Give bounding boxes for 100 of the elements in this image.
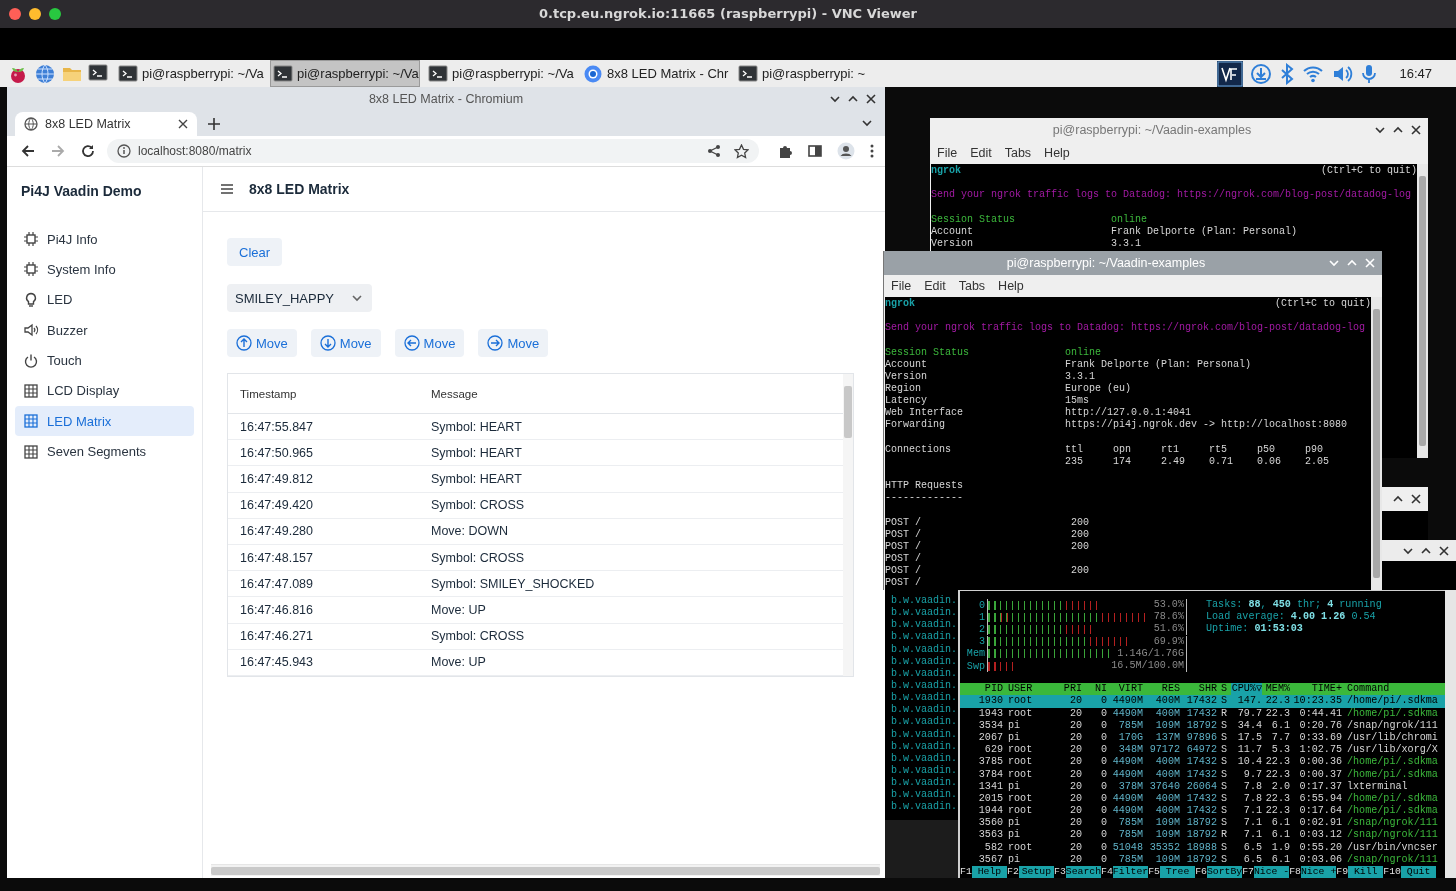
column-header[interactable]: NI: [1082, 683, 1107, 696]
microphone-icon[interactable]: [1360, 62, 1379, 85]
process-row[interactable]: 582 root 20 0 51048 35352 18988 S 6.5 1.9 0:55.20 /usr/bin/vncser: [960, 841, 1445, 854]
minimize-icon[interactable]: [1374, 124, 1386, 136]
bluetooth-icon[interactable]: [1279, 62, 1296, 85]
column-header[interactable]: SHR: [1180, 683, 1217, 696]
close-icon[interactable]: [1410, 124, 1422, 136]
process-row[interactable]: 1944 root 20 0 4490M 400M 17432 S 7.1 22.3 0:17.64 /home/pi/.sdkma: [960, 805, 1445, 818]
status-label: Region: [885, 383, 922, 396]
process-row[interactable]: 2067 pi 20 0 170G 137M 97896 S 17.5 7.7 0:33.69 /usr/lib/chromi: [960, 731, 1445, 745]
menu-item[interactable]: Edit: [970, 146, 992, 160]
puzzle-icon[interactable]: [777, 143, 793, 159]
process-row[interactable]: 1930 root 20 0 4490M 400M 17432 S 147. 22.3 10:23.35 /home/pi/.sdkma: [960, 695, 1445, 708]
profile-icon[interactable]: [837, 142, 855, 160]
download-icon[interactable]: [1250, 62, 1273, 85]
status-value: online: [1065, 346, 1102, 359]
menu-item[interactable]: Help: [1044, 146, 1070, 160]
nav-item[interactable]: Seven Segments: [15, 436, 194, 467]
close-button[interactable]: [9, 8, 21, 20]
column-header[interactable]: VIRT: [1107, 683, 1143, 696]
minimize-button[interactable]: [29, 8, 41, 20]
globe-icon[interactable]: [34, 62, 56, 85]
process-cell-text: 2.0: [1270, 780, 1290, 793]
star-icon[interactable]: [734, 143, 749, 159]
process-row[interactable]: 3563 pi 20 0 785M 109M 18792 R 7.1 6.1 0:03.12 /snap/ngrok/111: [960, 829, 1445, 842]
column-header[interactable]: S: [1217, 683, 1231, 696]
process-cell-text: S: [1219, 817, 1229, 830]
column-header[interactable]: PRI: [1056, 683, 1082, 696]
process-row[interactable]: 629 root 20 0 348M 97172 64972 S 11.7 5.3 1:02.75 /usr/lib/xorg/X: [960, 744, 1445, 757]
nav-item[interactable]: System Info: [15, 254, 194, 285]
close-icon[interactable]: [1410, 493, 1422, 505]
nav-item[interactable]: LED Matrix: [15, 406, 194, 437]
close-icon[interactable]: [865, 93, 877, 105]
sidebar-icon[interactable]: [807, 143, 823, 159]
nav-item[interactable]: Buzzer: [15, 315, 194, 346]
column-value: 235: [1065, 455, 1085, 468]
menu-icon[interactable]: [869, 143, 875, 159]
taskbar-button[interactable]: 8x8 LED Matrix - Chr: [580, 60, 730, 87]
taskbar-button[interactable]: pi@raspberrypi: ~/Va: [425, 60, 575, 87]
column-header[interactable]: TIME+: [1290, 683, 1342, 696]
taskbar-button[interactable]: pi@raspberrypi: ~/Va: [270, 60, 420, 87]
process-cell-text: 4490M: [1111, 792, 1143, 806]
move-button[interactable]: Move: [478, 329, 549, 357]
tab-list-icon[interactable]: [861, 117, 873, 129]
menu-icon[interactable]: [220, 183, 234, 195]
browser-tab[interactable]: 8x8 LED Matrix: [15, 112, 197, 136]
move-button[interactable]: Move: [394, 329, 465, 357]
column-header[interactable]: Message: [419, 374, 478, 413]
back-arrow-icon[interactable]: [20, 143, 36, 159]
process-row[interactable]: 3567 pi 20 0 785M 109M 18792 S 6.5 6.1 0:03.06 /snap/ngrok/111: [960, 853, 1445, 866]
close-icon[interactable]: [1438, 544, 1450, 557]
taskbar-button[interactable]: pi@raspberrypi: ~: [735, 60, 863, 87]
process-row[interactable]: 2015 root 20 0 4490M 400M 17432 S 7.8 22.3 6:55.94 /home/pi/.sdkma: [960, 792, 1445, 806]
share-icon[interactable]: [707, 144, 721, 158]
move-button[interactable]: Move: [227, 329, 297, 357]
new-tab-icon[interactable]: [208, 118, 220, 130]
process-cell-text: 6.1: [1270, 853, 1290, 866]
address-field[interactable]: localhost:8080/matrix: [107, 139, 759, 163]
menu-item[interactable]: Edit: [924, 279, 946, 293]
close-icon[interactable]: [178, 119, 188, 129]
arrow-down-icon: [319, 335, 336, 351]
vnc-icon[interactable]: [1217, 60, 1244, 87]
taskbar-button[interactable]: pi@raspberrypi: ~/Va: [115, 60, 265, 87]
menu-item[interactable]: File: [891, 279, 912, 293]
move-button[interactable]: Move: [310, 329, 381, 357]
process-cell-text: 97172: [1148, 744, 1180, 757]
scrollbar[interactable]: [1371, 297, 1382, 590]
scrollbar[interactable]: [843, 374, 853, 676]
minimize-icon[interactable]: [829, 93, 841, 105]
request-text: POST /: [885, 540, 922, 553]
column-header[interactable]: CPU%▽: [1231, 683, 1262, 696]
process-row[interactable]: 1943 root 20 0 4490M 400M 17432 R 79.7 22.3 0:44.41 /home/pi/.sdkma: [960, 707, 1445, 720]
process-cell-text: 4490M: [1111, 756, 1143, 769]
column-header[interactable]: USER: [1003, 683, 1056, 696]
column-header[interactable]: RES: [1143, 683, 1180, 696]
menu-item[interactable]: Help: [998, 279, 1024, 293]
scrollbar[interactable]: [1445, 590, 1456, 878]
column-header[interactable]: PID: [960, 683, 1003, 696]
nav-item[interactable]: LED: [15, 284, 194, 315]
clear-button[interactable]: Clear: [227, 238, 283, 266]
menu-item[interactable]: Tabs: [1004, 146, 1032, 160]
process-row[interactable]: 3560 pi 20 0 785M 109M 18792 S 7.1 6.1 0:02.91 /snap/ngrok/111: [960, 817, 1445, 830]
zoom-button[interactable]: [49, 8, 61, 20]
nav-item[interactable]: Touch: [15, 345, 194, 376]
nav-item[interactable]: LCD Display: [15, 375, 194, 406]
scrollbar[interactable]: [1417, 164, 1428, 458]
menu-item[interactable]: File: [937, 146, 958, 160]
nav-item[interactable]: Pi4J Info: [15, 224, 194, 254]
menu-item[interactable]: Tabs: [958, 279, 986, 293]
process-row[interactable]: 1341 pi 20 0 378M 37640 26064 S 7.8 2.0 0:17.37 lxterminal: [960, 780, 1445, 793]
process-row[interactable]: 3534 pi 20 0 785M 109M 18792 S 34.4 6.1 0:20.76 /snap/ngrok/111: [960, 719, 1445, 732]
column-header[interactable]: MEM%: [1262, 683, 1290, 696]
column-header[interactable]: Command: [1342, 683, 1445, 696]
process-row[interactable]: 3784 root 20 0 4490M 400M 17432 S 9.7 22.3 0:00.37 /home/pi/.sdkma: [960, 768, 1445, 781]
process-cell-text: 0: [1099, 695, 1107, 708]
symbol-select[interactable]: SMILEY_HAPPY: [227, 284, 372, 312]
column-header[interactable]: Timestamp: [228, 374, 419, 413]
process-row[interactable]: 3785 root 20 0 4490M 400M 17432 S 10.4 22.3 0:00.36 /home/pi/.sdkma: [960, 756, 1445, 769]
reload-icon[interactable]: [80, 143, 96, 159]
scrollbar[interactable]: [211, 864, 880, 876]
